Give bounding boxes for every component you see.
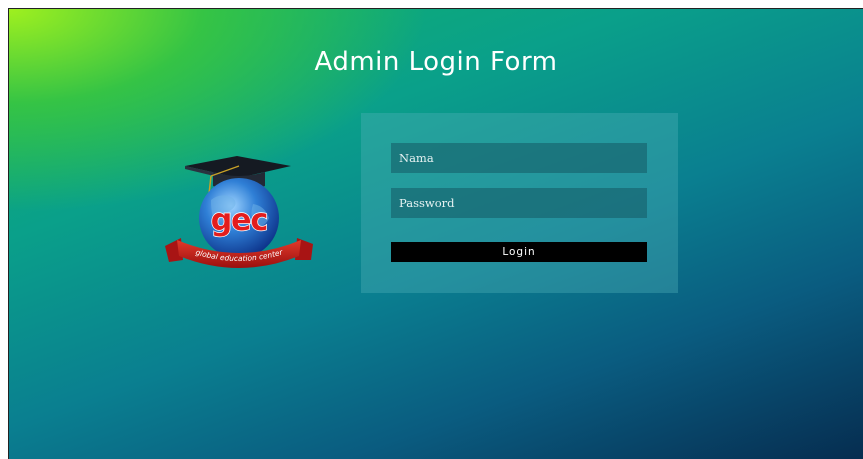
graduation-globe-icon: gec global education center — [165, 156, 313, 268]
login-panel: Login — [361, 113, 678, 293]
svg-text:gec: gec — [211, 203, 268, 238]
page-background: Admin Login Form gec global education ce… — [8, 8, 863, 459]
login-button[interactable]: Login — [391, 242, 647, 262]
name-input[interactable] — [391, 143, 647, 173]
page-title: Admin Login Form — [314, 47, 558, 77]
gec-logo: gec global education center — [163, 142, 315, 274]
password-input[interactable] — [391, 188, 647, 218]
